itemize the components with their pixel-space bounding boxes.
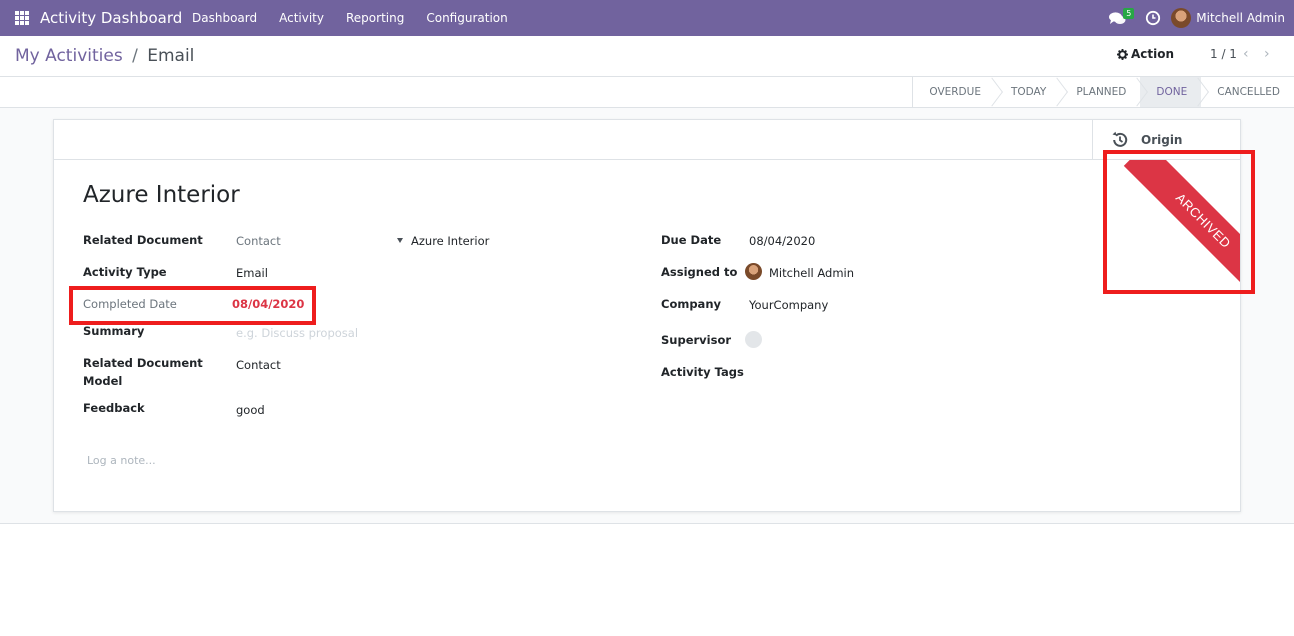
feedback-label: Feedback <box>83 401 145 415</box>
user-avatar[interactable] <box>1171 8 1192 28</box>
gear-icon <box>1117 48 1128 60</box>
activity-clock-icon[interactable] <box>1145 10 1161 26</box>
main-menu: Dashboard Activity Reporting Configurati… <box>181 0 519 36</box>
log-note-input[interactable]: Log a note... <box>87 452 156 470</box>
navbar-right: 5 Mitchell Admin <box>1109 0 1294 36</box>
assignee-avatar <box>745 263 762 280</box>
user-name[interactable]: Mitchell Admin <box>1196 11 1285 25</box>
menu-configuration[interactable]: Configuration <box>415 0 518 36</box>
assigned-to-value[interactable]: Mitchell Admin <box>769 264 854 282</box>
button-box: Origin <box>54 120 1240 160</box>
messaging-button[interactable]: 5 <box>1109 8 1135 28</box>
app-title[interactable]: Activity Dashboard <box>40 9 182 27</box>
menu-reporting[interactable]: Reporting <box>335 0 415 36</box>
related-document-model-value: Contact <box>236 358 281 372</box>
archived-ribbon-highlight <box>1103 150 1255 294</box>
feedback-value[interactable]: good <box>236 401 265 419</box>
breadcrumb-parent[interactable]: My Activities <box>15 46 123 66</box>
related-document-record[interactable]: Azure Interior <box>411 232 489 250</box>
supervisor-avatar-placeholder[interactable] <box>745 331 762 348</box>
history-icon <box>1112 131 1128 147</box>
pager-previous-icon[interactable]: ‹ <box>1243 46 1249 62</box>
chat-count-badge: 5 <box>1123 8 1135 19</box>
menu-dashboard[interactable]: Dashboard <box>181 0 268 36</box>
stage-pipeline: OVERDUE TODAY PLANNED DONE CANCELLED <box>912 77 1294 107</box>
apps-grid-icon[interactable] <box>15 11 29 25</box>
origin-label: Origin <box>1141 133 1183 147</box>
summary-input[interactable]: e.g. Discuss proposal <box>236 324 358 342</box>
pager-value[interactable]: 1 / 1 <box>1210 47 1237 61</box>
statusbar: OVERDUE TODAY PLANNED DONE CANCELLED <box>0 77 1294 108</box>
record-title: Azure Interior <box>83 182 240 208</box>
activity-type-value[interactable]: Email <box>236 264 268 282</box>
assigned-to-label: Assigned to <box>661 265 738 279</box>
related-document-model-label-line1: Related Document <box>83 356 203 370</box>
related-document-model-select[interactable]: Contact <box>236 232 281 250</box>
stage-cancelled[interactable]: CANCELLED <box>1201 77 1294 107</box>
stage-planned[interactable]: PLANNED <box>1060 77 1140 107</box>
menu-activity[interactable]: Activity <box>268 0 335 36</box>
action-label: Action <box>1131 47 1175 61</box>
activity-tags-label: Activity Tags <box>661 365 744 379</box>
stage-done[interactable]: DONE <box>1140 77 1202 107</box>
action-button[interactable]: Action <box>1117 47 1174 61</box>
due-date-value[interactable]: 08/04/2020 <box>749 232 815 250</box>
pager-next-icon[interactable]: › <box>1264 46 1270 62</box>
due-date-label: Due Date <box>661 233 722 247</box>
breadcrumb-separator: / <box>132 46 138 66</box>
activity-type-label: Activity Type <box>83 265 167 279</box>
stage-overdue[interactable]: OVERDUE <box>913 77 995 107</box>
related-document-label: Related Document <box>83 233 203 247</box>
completed-date-highlight <box>69 286 316 325</box>
breadcrumb: My Activities / Email <box>15 46 194 66</box>
supervisor-label: Supervisor <box>661 333 732 347</box>
stage-today[interactable]: TODAY <box>995 77 1060 107</box>
control-panel: My Activities / Email Action 1 / 1 ‹ › <box>0 36 1294 77</box>
breadcrumb-current: Email <box>147 46 195 66</box>
top-navbar: Activity Dashboard Dashboard Activity Re… <box>0 0 1294 36</box>
company-label: Company <box>661 297 721 311</box>
dropdown-caret-icon[interactable] <box>397 238 403 243</box>
company-value[interactable]: YourCompany <box>749 296 828 314</box>
related-document-model-label-line2: Model <box>83 374 123 388</box>
